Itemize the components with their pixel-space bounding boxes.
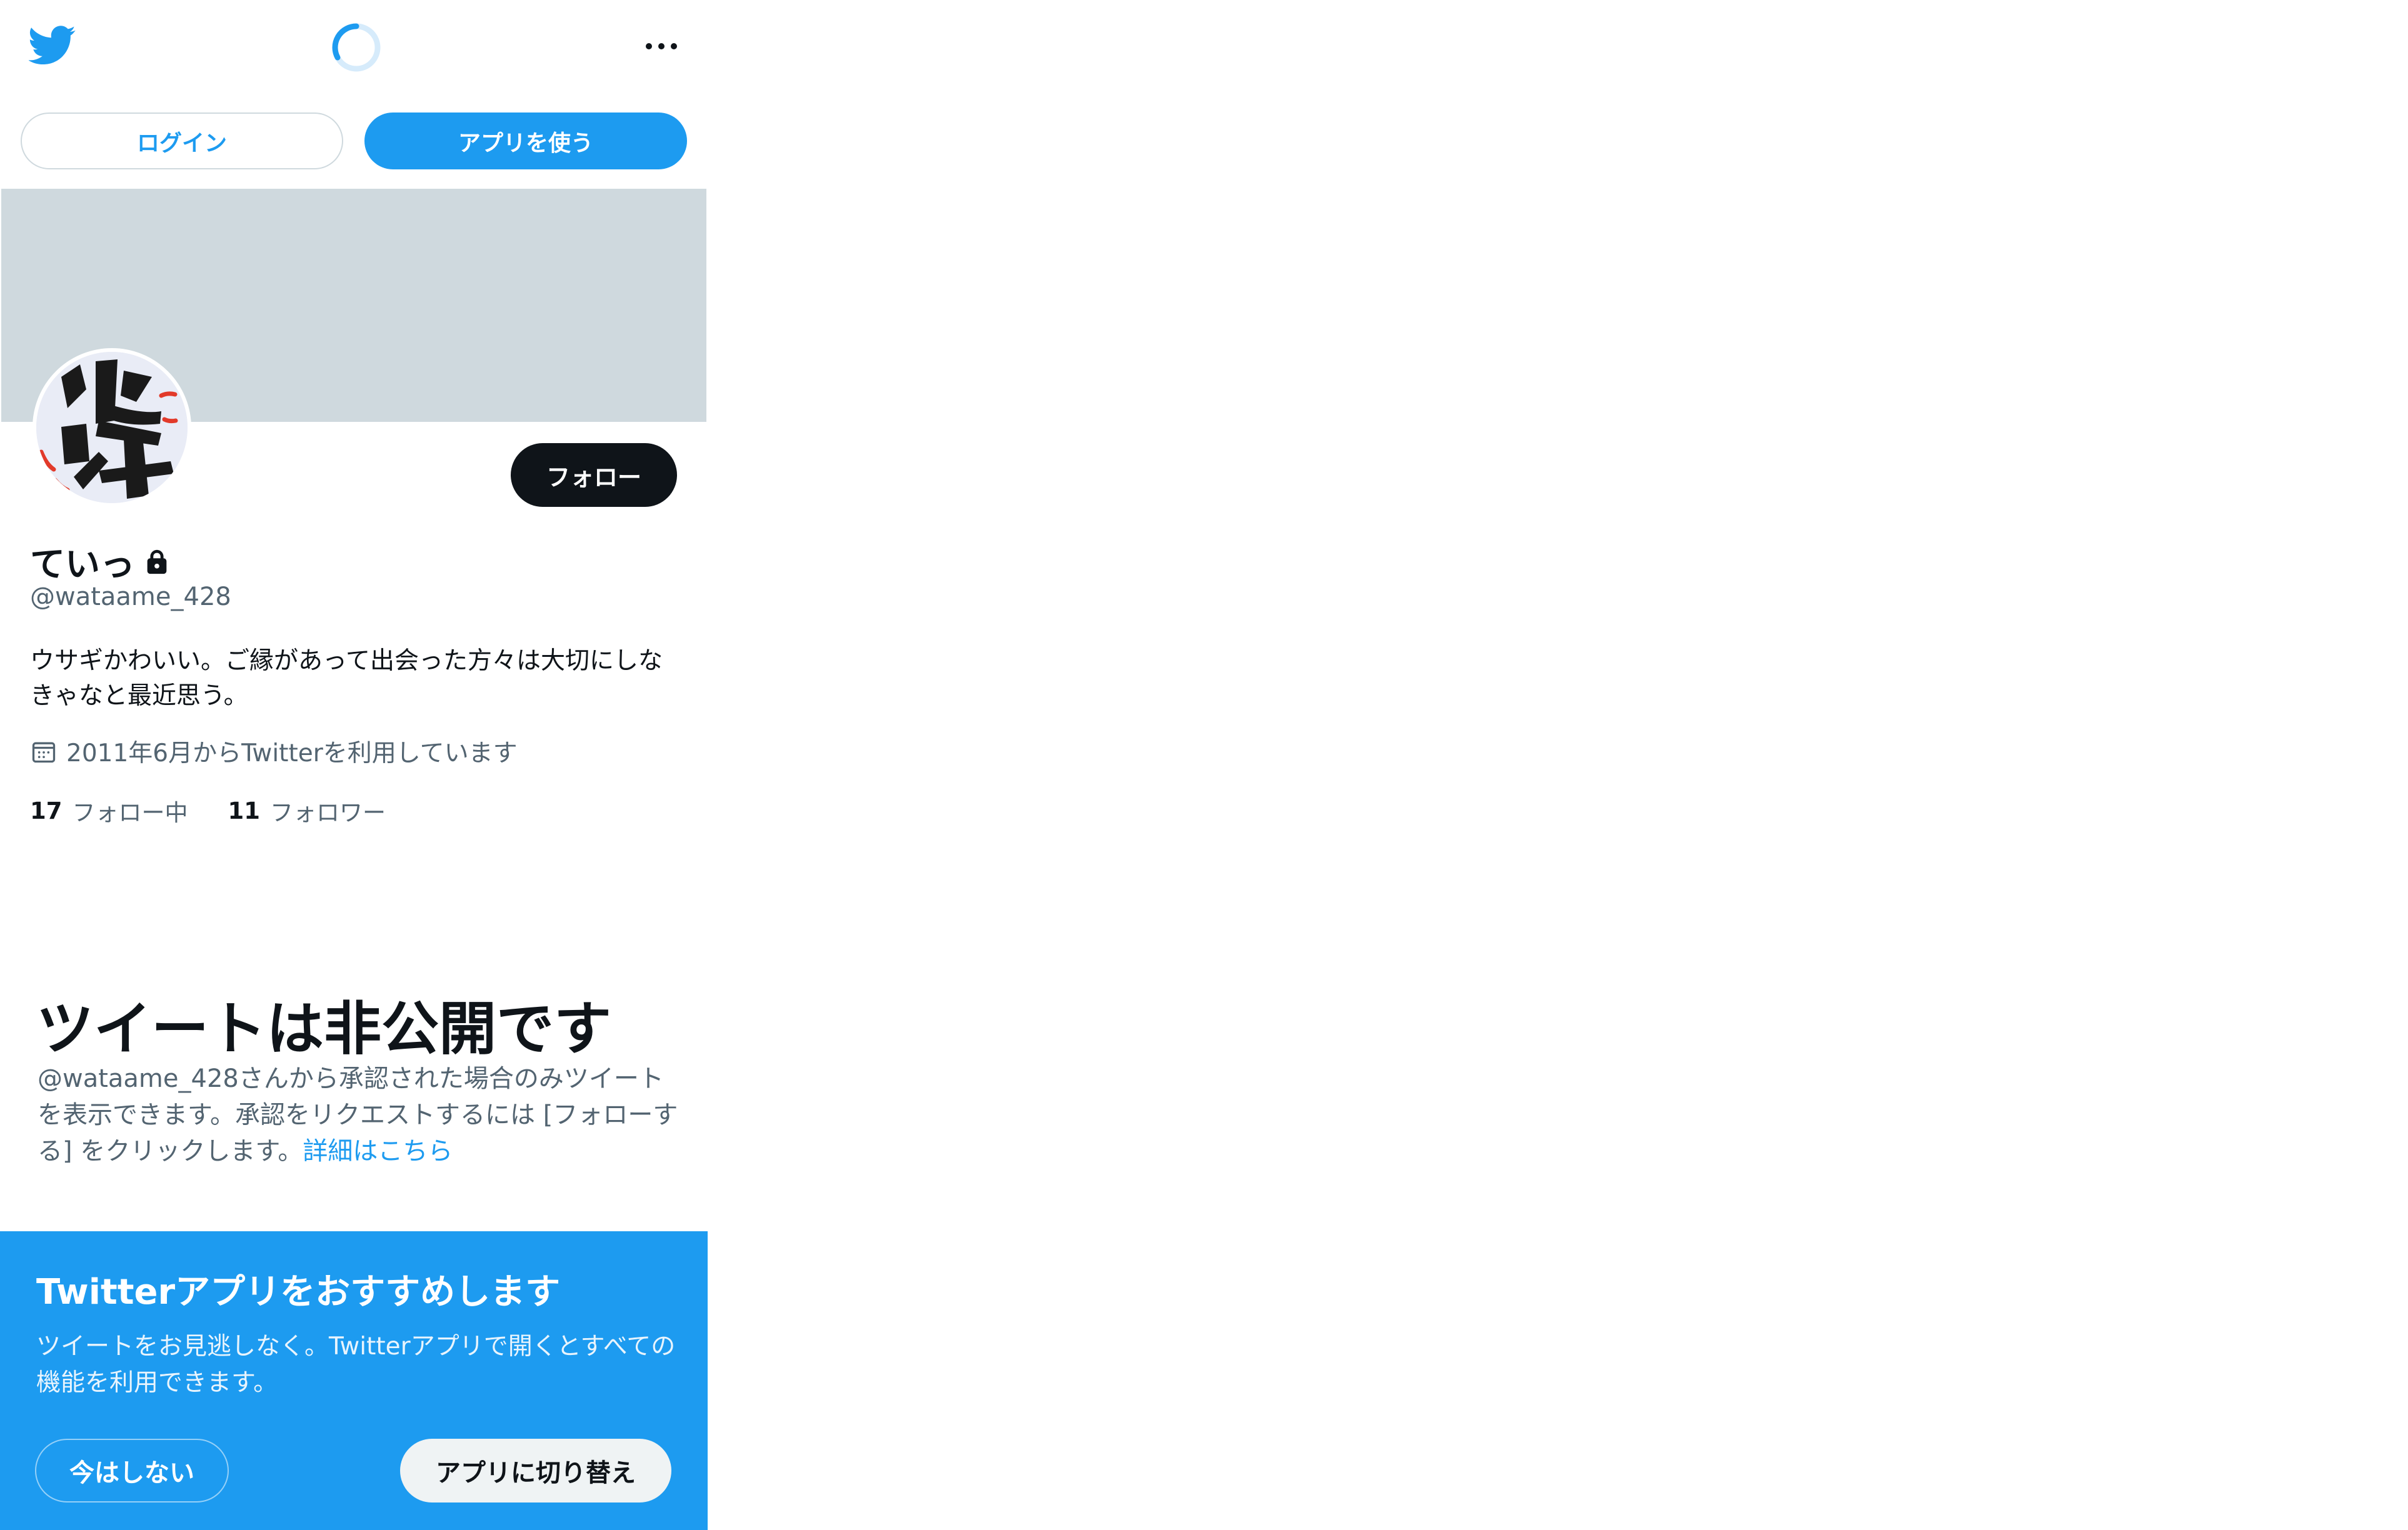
lock-icon [143,548,171,576]
following-link[interactable]: 17 フォロー中 [30,794,188,828]
display-name: ていっ [30,544,135,585]
not-now-button[interactable]: 今はしない [35,1439,229,1502]
following-count: 17 [30,797,63,824]
loading-spinner-icon [330,21,383,74]
private-tweets-title: ツイートは非公開です [36,996,612,1062]
joined-date: 2011年6月からTwitterを利用しています [66,739,518,768]
twitter-logo-icon[interactable] [28,21,76,69]
avatar-image [36,352,188,503]
follow-button[interactable]: フォロー [511,443,677,507]
private-tweets-description: @wataame_428さんから承認された場合のみツイートを表示できます。承認を… [38,1061,681,1169]
user-handle: @wataame_428 [30,582,231,611]
followers-link[interactable]: 11 フォロワー [228,794,386,828]
use-app-button[interactable]: アプリを使う [364,112,687,169]
more-options-icon[interactable] [644,39,679,54]
app-promo-title: Twitterアプリをおすすめします [36,1272,561,1312]
calendar-icon [30,738,58,765]
app-promo-description: ツイートをお見逃しなく。Twitterアプリで開くとすべての機能を利用できます。 [36,1332,676,1397]
switch-to-app-button[interactable]: アプリに切り替え [400,1439,671,1502]
profile-bio: ウサギかわいい。ご縁があって出会った方々は大切にしなきゃなと最近思う。 [30,647,663,710]
display-name-row: ていっ [30,536,171,587]
login-button[interactable]: ログイン [21,112,343,169]
learn-more-link[interactable]: 詳細はこちら [303,1137,453,1166]
avatar[interactable] [33,348,191,507]
following-label: フォロー中 [72,799,188,826]
followers-count: 11 [228,797,261,824]
joined-date-row: 2011年6月からTwitterを利用しています [30,734,518,769]
follow-stats: 17 フォロー中 11 フォロワー [30,794,386,828]
followers-label: フォロワー [270,799,386,826]
